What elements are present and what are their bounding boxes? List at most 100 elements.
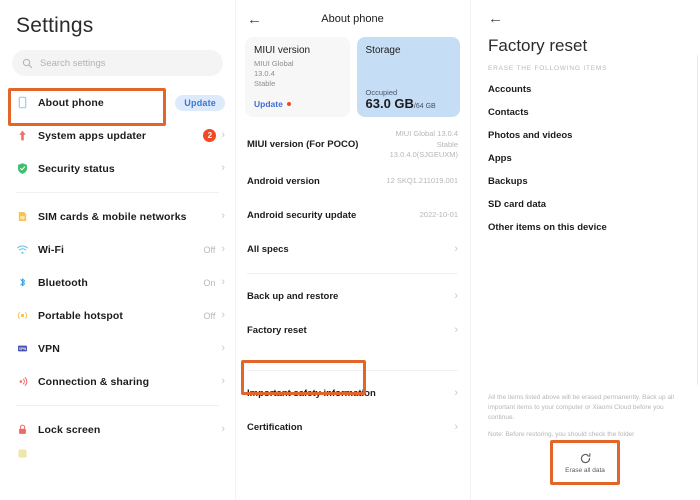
chevron-right-icon: ›	[221, 375, 225, 387]
search-input[interactable]: Search settings	[12, 50, 223, 76]
storage-card[interactable]: Storage Occupied 63.0 GB/64 GB	[356, 37, 460, 117]
about-phone-title: About phone	[321, 13, 384, 25]
sidebar-item-label: Bluetooth	[38, 276, 88, 289]
sidebar-item-lock-screen[interactable]: Lock screen ›	[0, 413, 235, 446]
row-label: All specs	[247, 244, 289, 255]
sidebar-item-connection-sharing[interactable]: Connection & sharing ›	[0, 365, 235, 398]
chevron-right-icon: ›	[221, 162, 225, 174]
sidebar-item-value: Off	[203, 244, 216, 255]
about-phone-header: ← About phone	[235, 0, 470, 30]
storage-used-number: 63.0 GB	[365, 96, 414, 111]
divider	[16, 405, 219, 406]
row-label: Factory reset	[247, 325, 307, 336]
three-panel-screenshot: Settings Search settings About phone Upd…	[0, 0, 700, 500]
factory-reset-header: ←	[470, 0, 700, 28]
chevron-right-icon: ›	[454, 324, 458, 336]
reset-circle-icon	[580, 452, 590, 463]
sidebar-item-wifi[interactable]: Wi-Fi Off ›	[0, 233, 235, 266]
about-phone-panel: ← About phone MIUI version MIUI Global 1…	[235, 0, 470, 500]
chevron-right-icon: ›	[221, 342, 225, 354]
row-value: 12 SKQ1.211019.001	[386, 176, 458, 186]
sidebar-item-security-status[interactable]: Security status ›	[0, 152, 235, 185]
miui-card-title: MIUI version	[254, 45, 311, 56]
chevron-right-icon: ›	[454, 387, 458, 399]
back-arrow-icon[interactable]: ←	[488, 10, 503, 27]
list-item[interactable]: Photos and videos	[470, 118, 700, 141]
miui-version-card[interactable]: MIUI version MIUI Global 13.0.4 Stable U…	[245, 37, 350, 117]
chevron-right-icon: ›	[221, 129, 225, 141]
list-item-factory-reset[interactable]: Factory reset ›	[235, 314, 470, 348]
list-item[interactable]: MIUI version (For POCO) MIUI Global 13.0…	[235, 125, 470, 165]
erase-all-data-label: Erase all data	[565, 466, 605, 474]
sidebar-item-partial[interactable]	[0, 446, 235, 460]
divider	[247, 272, 458, 274]
storage-used-value: 63.0 GB/64 GB	[366, 96, 436, 111]
chevron-right-icon: ›	[454, 421, 458, 433]
miui-card-subtitle: MIUI Global 13.0.4 Stable	[254, 59, 294, 89]
update-dot-icon	[286, 102, 291, 106]
page-title: Settings	[16, 14, 94, 37]
storage-total-number: /64 GB	[413, 103, 436, 110]
list-item-certification[interactable]: Certification ›	[235, 411, 470, 445]
list-item[interactable]: Apps	[470, 141, 700, 164]
miui-update-link[interactable]: Update	[254, 99, 291, 109]
sidebar-item-vpn[interactable]: VPN VPN ›	[0, 332, 235, 365]
erase-items-caption: ERASE THE FOLLOWING ITEMS	[488, 65, 608, 72]
sidebar-item-about-phone[interactable]: About phone Update	[0, 86, 235, 119]
update-count-badge: 2	[203, 129, 217, 142]
sidebar-item-bluetooth[interactable]: Bluetooth On ›	[0, 266, 235, 299]
list-item[interactable]: Backups	[470, 164, 700, 187]
erase-restore-note: Note: Before restoring, you should check…	[488, 431, 635, 439]
divider	[16, 192, 219, 193]
row-value: 2022-10-01	[419, 210, 458, 220]
sharing-icon	[16, 375, 38, 388]
row-label: Certification	[247, 422, 303, 433]
list-item-safety-info[interactable]: Important safety information ›	[235, 377, 470, 411]
sidebar-item-label: VPN	[38, 342, 60, 355]
erase-warning-note: All the items listed above will be erase…	[488, 394, 674, 422]
factory-reset-panel: ← Factory reset ERASE THE FOLLOWING ITEM…	[470, 0, 700, 500]
chevron-right-icon: ›	[221, 276, 225, 288]
row-value: MIUI Global 13.0.4 Stable 13.0.4.0(SJGEU…	[389, 129, 458, 159]
chevron-right-icon: ›	[221, 210, 225, 222]
list-item-backup-restore[interactable]: Back up and restore ›	[235, 280, 470, 314]
erase-all-data-button[interactable]: Erase all data	[553, 443, 617, 482]
up-arrow-icon	[16, 129, 38, 142]
hotspot-icon	[16, 309, 38, 322]
row-label: Back up and restore	[247, 291, 339, 302]
chevron-right-icon: ›	[454, 243, 458, 255]
sidebar-item-sim-cards[interactable]: SIM cards & mobile networks ›	[0, 200, 235, 233]
settings-panel: Settings Search settings About phone Upd…	[0, 0, 235, 500]
sidebar-item-label: System apps updater	[38, 129, 147, 142]
settings-list: About phone Update System apps updater 2…	[0, 86, 235, 460]
list-item[interactable]: Contacts	[470, 95, 700, 118]
list-item[interactable]: Other items on this device	[470, 210, 700, 233]
bluetooth-icon	[16, 276, 38, 289]
sidebar-item-value: Off	[203, 310, 216, 321]
back-arrow-icon[interactable]: ←	[247, 11, 275, 28]
summary-cards: MIUI version MIUI Global 13.0.4 Stable U…	[235, 30, 470, 117]
shield-icon	[16, 162, 38, 175]
sidebar-item-portable-hotspot[interactable]: Portable hotspot Off ›	[0, 299, 235, 332]
row-label: MIUI version (For POCO)	[247, 139, 359, 151]
list-item[interactable]: Android security update 2022-10-01	[235, 199, 470, 233]
about-phone-list: MIUI version (For POCO) MIUI Global 13.0…	[235, 125, 470, 445]
search-icon	[22, 58, 33, 68]
miui-update-label: Update	[254, 99, 283, 109]
list-item[interactable]: Android version 12 SKQ1.211019.001	[235, 165, 470, 199]
row-label: Android version	[247, 176, 320, 187]
vertical-scrollbar[interactable]	[696, 55, 698, 385]
row-label: Android security update	[247, 210, 357, 221]
search-placeholder: Search settings	[40, 57, 106, 69]
sidebar-item-label: About phone	[38, 96, 104, 109]
list-item[interactable]: Accounts	[470, 72, 700, 95]
sidebar-item-label: Wi-Fi	[38, 243, 65, 256]
list-item-all-specs[interactable]: All specs ›	[235, 233, 470, 267]
divider	[247, 369, 458, 371]
sidebar-item-system-apps-updater[interactable]: System apps updater 2 ›	[0, 119, 235, 152]
update-pill[interactable]: Update	[175, 94, 225, 111]
phone-outline-icon	[16, 96, 38, 109]
wifi-icon	[16, 243, 38, 256]
sidebar-item-label: Lock screen	[38, 423, 101, 436]
list-item[interactable]: SD card data	[470, 187, 700, 210]
